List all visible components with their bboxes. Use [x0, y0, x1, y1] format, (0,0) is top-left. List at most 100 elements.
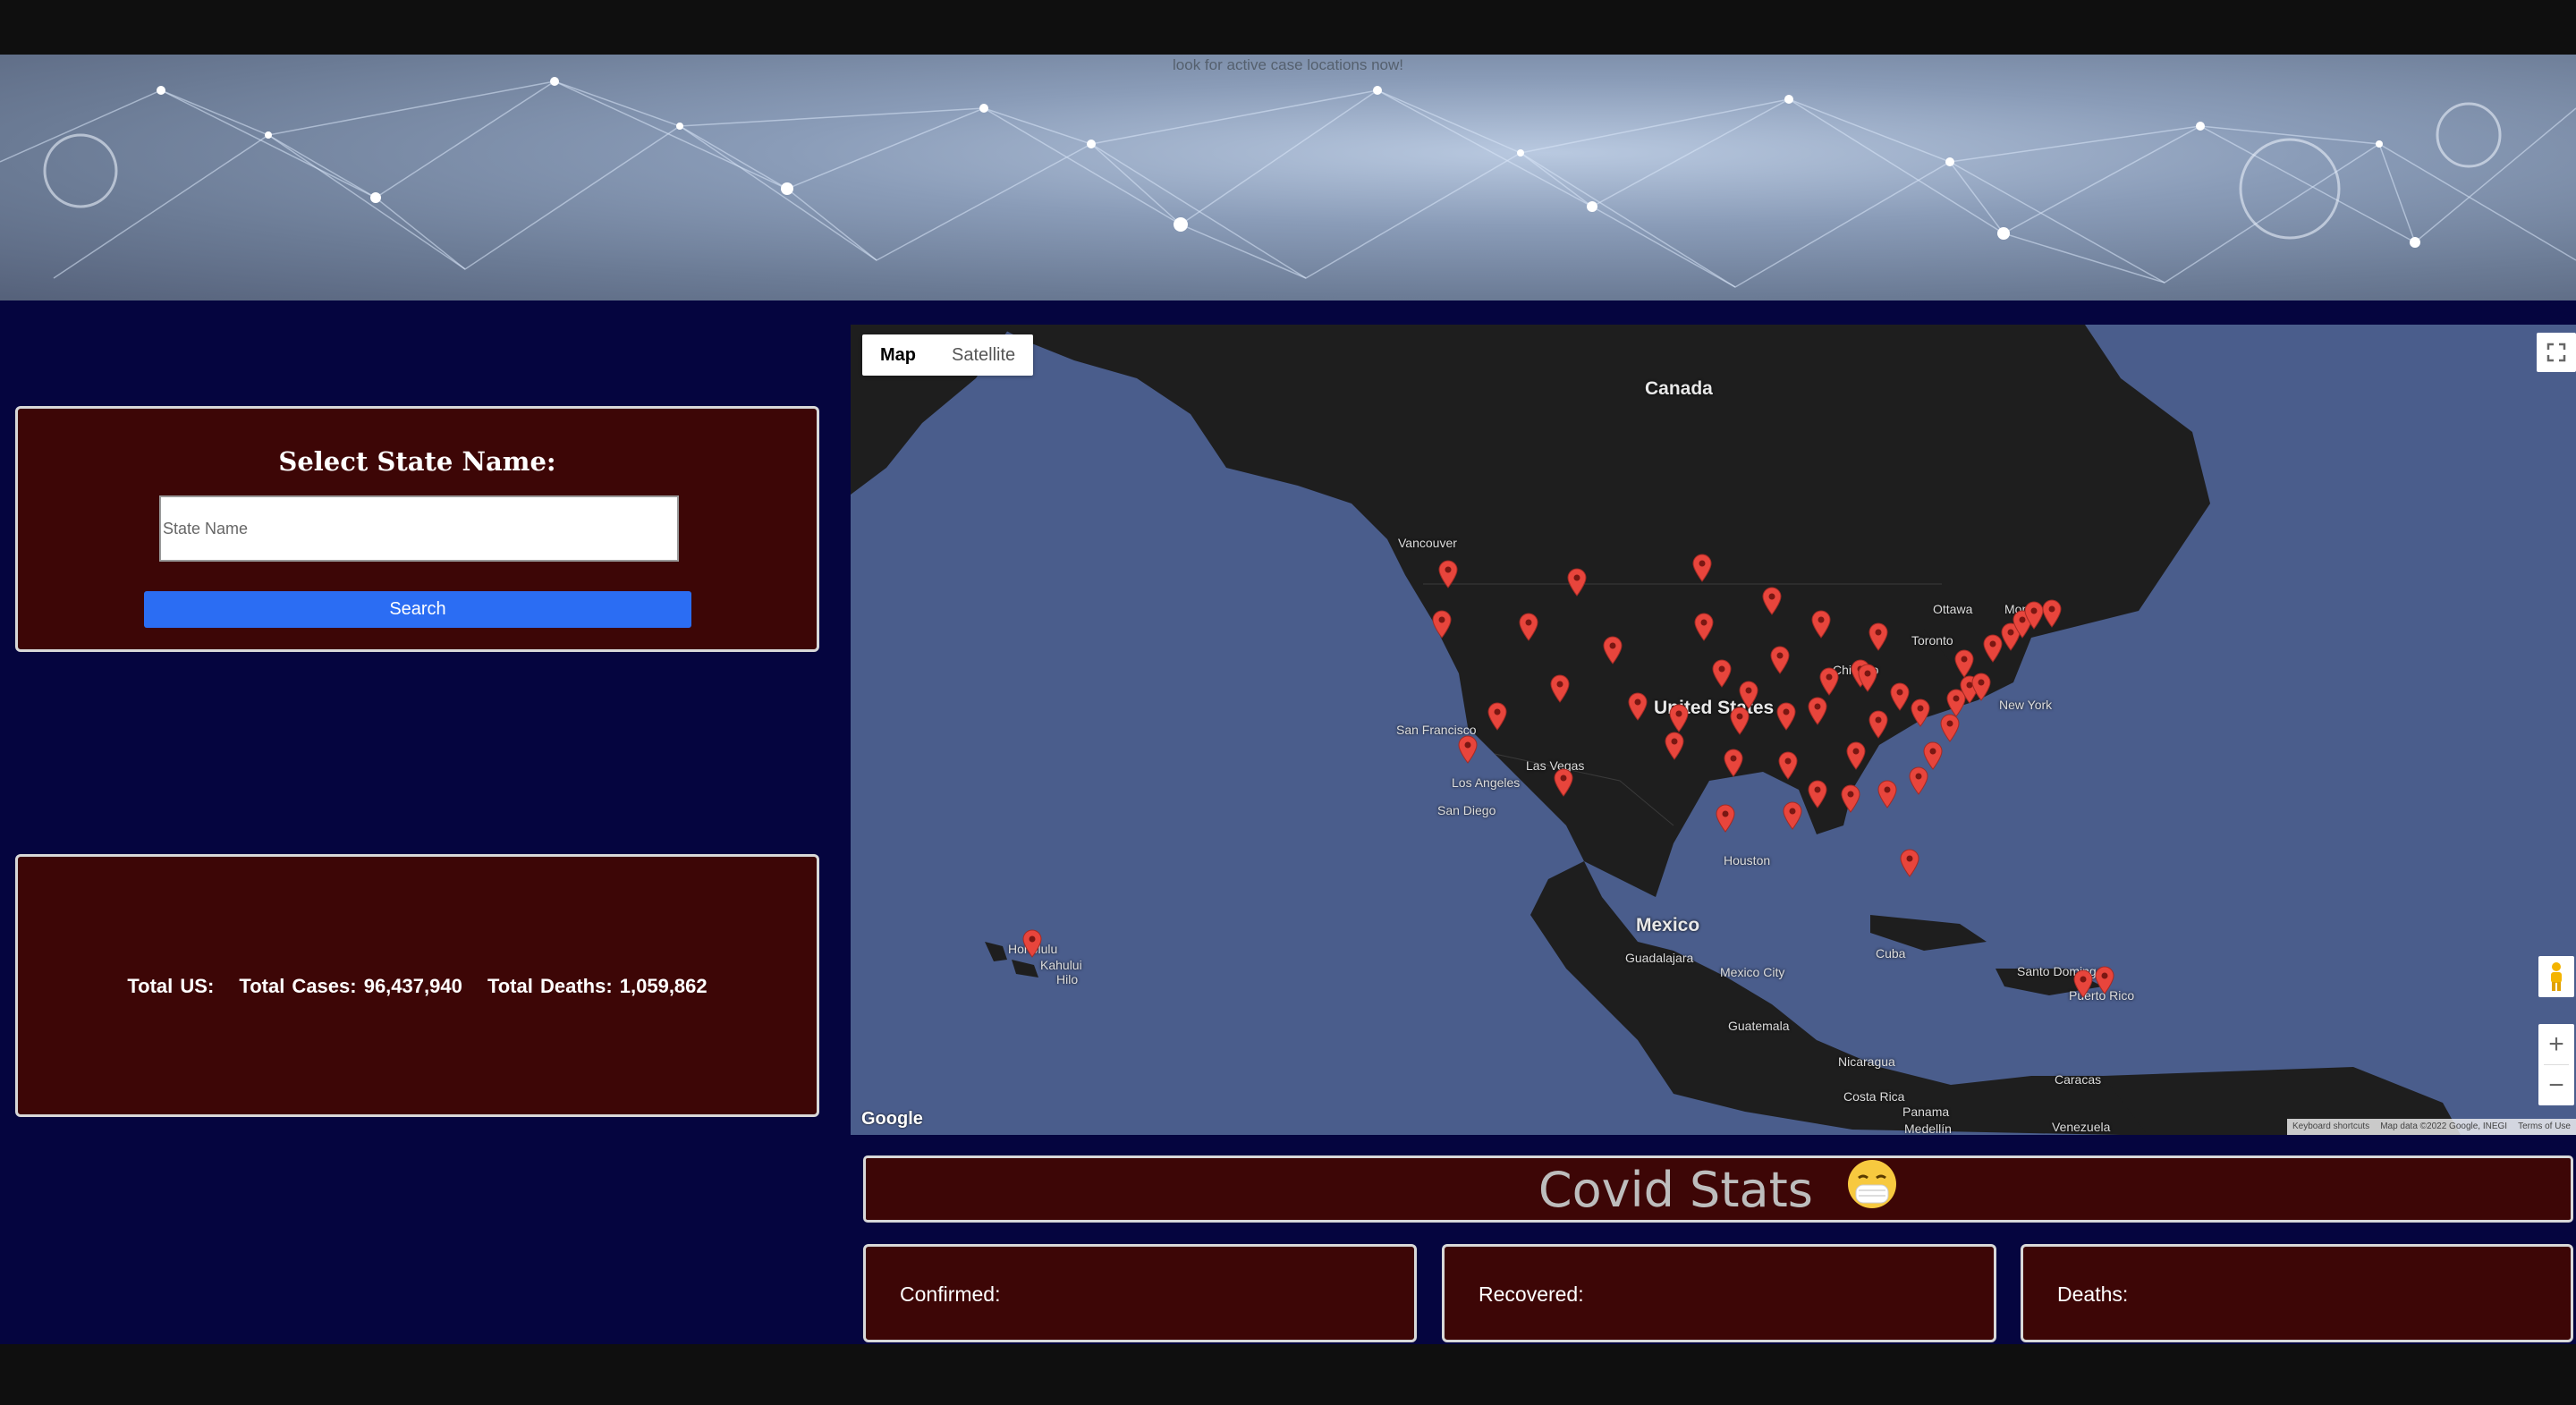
case-pin[interactable]	[1769, 646, 1791, 674]
case-pin[interactable]	[1602, 636, 1623, 664]
case-pin[interactable]	[1775, 702, 1797, 731]
label-medellin: Medellín	[1904, 1121, 1952, 1135]
case-pin[interactable]	[1761, 587, 1783, 615]
us-totals-panel: Total US: Total Cases: 96,437,940 Total …	[15, 854, 819, 1117]
case-pin[interactable]	[1691, 554, 1713, 582]
case-pin[interactable]	[1021, 929, 1043, 959]
label-mexico-city: Mexico City	[1720, 965, 1785, 979]
covid-stats-title: Covid Stats	[1538, 1162, 1813, 1218]
case-pin[interactable]	[1668, 704, 1690, 732]
state-select-panel: Select State Name: Search	[15, 406, 819, 652]
case-pin[interactable]	[2041, 599, 2063, 629]
fullscreen-icon	[2546, 343, 2566, 362]
map-type-control: Map Satellite	[862, 334, 1034, 376]
case-pin[interactable]	[1549, 674, 1571, 703]
case-pin[interactable]	[1487, 702, 1508, 731]
zoom-out-button[interactable]: −	[2538, 1065, 2574, 1105]
case-pin[interactable]	[1899, 849, 1920, 877]
case-pin[interactable]	[2094, 966, 2115, 995]
case-pin[interactable]	[1807, 697, 1828, 726]
label-los-angeles: Los Angeles	[1452, 775, 1521, 790]
zoom-in-button[interactable]: +	[2538, 1024, 2574, 1064]
confirmed-card: Confirmed:	[863, 1244, 1417, 1342]
label-vancouver: Vancouver	[1398, 536, 1457, 550]
label-mexico: Mexico	[1636, 915, 1700, 935]
map-type-satellite[interactable]: Satellite	[934, 334, 1033, 376]
label-san-diego: San Diego	[1437, 803, 1496, 817]
label-ottawa: Ottawa	[1933, 602, 1973, 616]
label-nicaragua: Nicaragua	[1838, 1054, 1895, 1069]
state-name-input[interactable]	[159, 495, 679, 562]
case-pin[interactable]	[1782, 801, 1803, 830]
case-pin[interactable]	[1910, 698, 1931, 727]
totals-label: Total US:	[127, 975, 215, 997]
case-pin[interactable]	[1908, 766, 1929, 795]
mask-face-icon	[1846, 1158, 1898, 1222]
map-landmass	[851, 325, 2461, 1135]
case-pin[interactable]	[1840, 784, 1861, 813]
hero-tagline: look for active case locations now!	[1173, 56, 1403, 73]
case-pin[interactable]	[1807, 780, 1828, 808]
case-pin[interactable]	[1715, 804, 1736, 834]
label-canada: Canada	[1645, 378, 1713, 399]
case-pin[interactable]	[1939, 714, 1961, 742]
case-pin[interactable]	[1664, 732, 1685, 760]
covid-map[interactable]: Map Satellite Canada United States Mexic…	[851, 325, 2576, 1135]
label-kahului: Kahului	[1040, 958, 1082, 972]
top-bar	[0, 0, 2576, 55]
recovered-card: Recovered:	[1442, 1244, 1996, 1342]
zoom-control: + −	[2538, 1024, 2574, 1105]
case-pin[interactable]	[1729, 707, 1750, 736]
select-state-title: Select State Name:	[278, 446, 556, 477]
street-view-pegman[interactable]	[2538, 956, 2574, 997]
network-background	[0, 77, 2576, 288]
case-pin[interactable]	[1868, 710, 1889, 739]
case-pin[interactable]	[1723, 749, 1744, 777]
total-deaths: Total Deaths: 1,059,862	[487, 975, 708, 997]
bottom-bar	[0, 1344, 2576, 1405]
deaths-label: Deaths:	[2057, 1282, 2129, 1306]
label-houston: Houston	[1724, 853, 1771, 868]
case-pin[interactable]	[1566, 568, 1588, 597]
deaths-card: Deaths:	[2021, 1244, 2573, 1342]
recovered-label: Recovered:	[1479, 1282, 1584, 1306]
case-pin[interactable]	[1693, 613, 1715, 642]
case-pin[interactable]	[2072, 969, 2094, 998]
case-pin[interactable]	[1627, 692, 1648, 721]
map-data-text: Map data ©2022 Google, INEGI	[2380, 1121, 2508, 1131]
case-pin[interactable]	[1553, 768, 1574, 797]
case-pin[interactable]	[1845, 741, 1867, 770]
case-pin[interactable]	[1738, 681, 1759, 709]
case-pin[interactable]	[1711, 659, 1733, 688]
label-cuba: Cuba	[1876, 946, 1906, 961]
case-pin[interactable]	[1889, 682, 1911, 711]
case-pin[interactable]	[1868, 622, 1889, 652]
case-pin[interactable]	[1431, 610, 1453, 639]
total-cases: Total Cases: 96,437,940	[239, 975, 462, 997]
case-pin[interactable]	[1818, 667, 1840, 696]
case-pin[interactable]	[1877, 780, 1898, 808]
map-attribution: Keyboard shortcuts Map data ©2022 Google…	[2287, 1119, 2576, 1135]
label-guadalajara: Guadalajara	[1625, 951, 1694, 965]
map-type-map[interactable]: Map	[862, 334, 934, 376]
search-button[interactable]: Search	[144, 591, 691, 628]
case-pin[interactable]	[1777, 751, 1799, 781]
case-pin[interactable]	[1457, 735, 1479, 764]
hero-banner: look for active case locations now!	[0, 55, 2576, 300]
label-panama: Panama	[1902, 1105, 1950, 1119]
keyboard-shortcuts-link[interactable]: Keyboard shortcuts	[2287, 1119, 2375, 1135]
label-caracas: Caracas	[2055, 1072, 2102, 1087]
case-pin[interactable]	[1437, 560, 1459, 589]
terms-link[interactable]: Terms of Use	[2512, 1119, 2576, 1135]
covid-stats-header: Covid Stats	[863, 1155, 2573, 1223]
confirmed-label: Confirmed:	[900, 1282, 1001, 1306]
label-guatemala: Guatemala	[1728, 1019, 1790, 1033]
case-pin[interactable]	[1810, 610, 1832, 639]
fullscreen-button[interactable]	[2537, 333, 2576, 372]
label-new-york: New York	[1999, 698, 2053, 712]
us-totals-line: Total US: Total Cases: 96,437,940 Total …	[18, 975, 817, 998]
case-pin[interactable]	[1857, 664, 1878, 693]
label-costa-rica: Costa Rica	[1843, 1089, 1905, 1104]
case-pin[interactable]	[1970, 673, 1992, 701]
case-pin[interactable]	[1518, 613, 1539, 642]
